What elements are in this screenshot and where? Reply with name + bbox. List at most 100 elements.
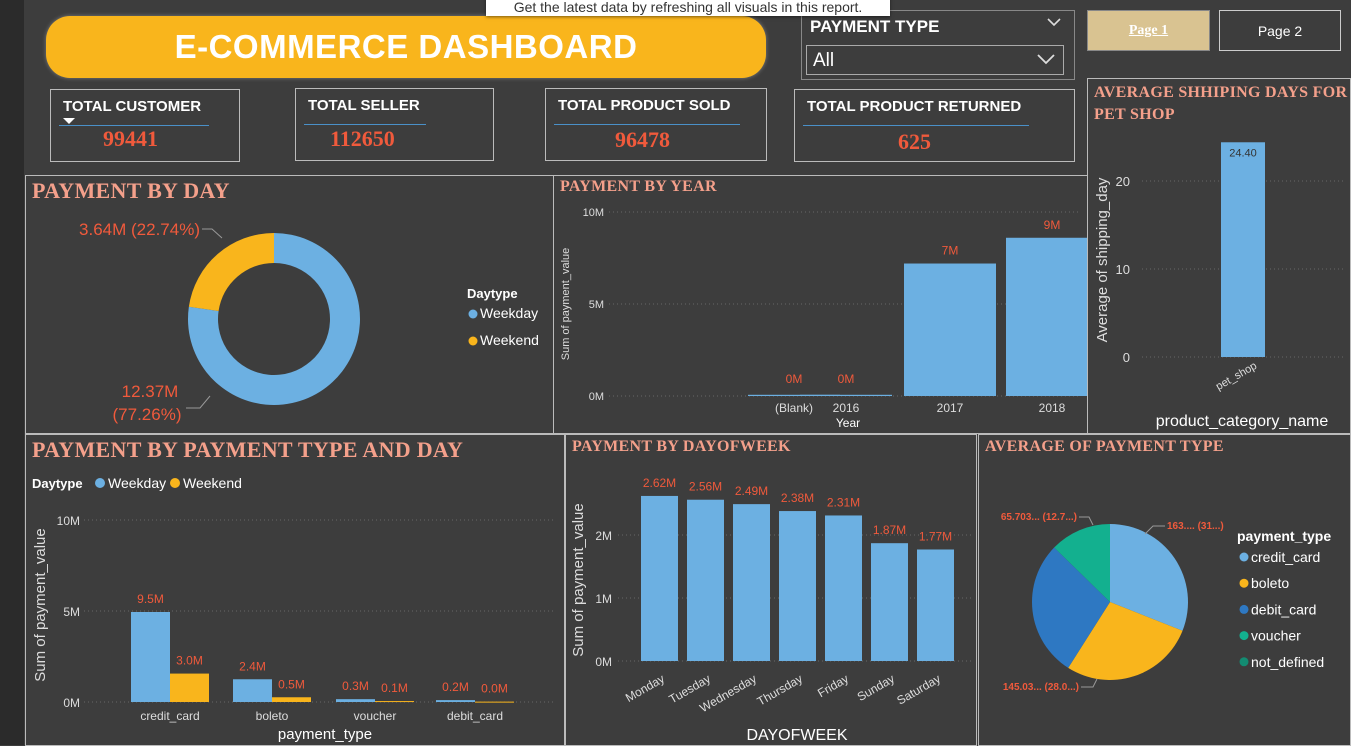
data-label: 163.... (31...) <box>1167 521 1224 532</box>
legend-title: Daytype <box>467 286 518 301</box>
data-label: 3.0M <box>176 654 203 668</box>
data-label: 24.40 <box>1229 147 1257 159</box>
bar <box>475 701 514 703</box>
payment-type-slicer[interactable]: PAYMENT TYPE All <box>801 10 1075 80</box>
bar <box>733 504 770 661</box>
kpi-value: 625 <box>898 129 931 154</box>
legend-label: voucher <box>1251 628 1301 644</box>
legend-label: Weekday <box>108 475 166 491</box>
bar <box>825 515 862 661</box>
data-label: 1.87M <box>873 523 906 537</box>
avg-shipping-chart: 0 10 20 24.40 pet_shop product_category_name A… <box>1094 142 1344 430</box>
data-label: 1.77M <box>919 529 952 543</box>
payment-by-year-chart: 0M 5M 10M 0M (Blank) 0M 2016 7M 2017 9M 2018 Year Su… <box>560 207 1087 430</box>
dropdown-chevron-icon[interactable] <box>1035 48 1057 73</box>
kpi-divider <box>304 124 426 125</box>
x-axis-title: payment_type <box>278 726 372 743</box>
bar <box>917 549 954 661</box>
legend-marker <box>468 336 478 346</box>
legend-label: Weekend <box>480 332 539 348</box>
page-1-button[interactable]: Page 1 <box>1087 10 1210 51</box>
kpi-total-product-sold: TOTAL PRODUCT SOLD 96478 <box>545 88 767 161</box>
bar <box>170 673 209 702</box>
data-label: 65.703... (12.7...) <box>1001 512 1077 523</box>
x-tick-label: boleto <box>256 709 289 723</box>
panel-payment-by-dayofweek: PAYMENT BY DAYOFWEEK 0M 1M 2M 2.62M Monday 2.… <box>565 434 977 746</box>
legend-marker <box>1239 552 1249 562</box>
legend-label: boleto <box>1251 575 1289 591</box>
sort-down-icon[interactable] <box>63 113 75 131</box>
bar <box>641 495 678 661</box>
dashboard-title: E-COMMERCE DASHBOARD <box>46 16 766 78</box>
data-label: 2.38M <box>781 491 814 505</box>
donut-slice-weekend <box>188 233 274 312</box>
bar <box>436 700 475 702</box>
x-tick-label: pet_shop <box>1214 360 1259 393</box>
data-label: 2.4M <box>239 659 266 673</box>
bar <box>800 394 892 396</box>
bar <box>871 543 908 661</box>
chevron-down-icon[interactable] <box>1046 15 1062 34</box>
panel-payment-by-year: PAYMENT BY YEAR 0M 5M 10M 0M (Blank) 0M 2016 7M… <box>553 175 1088 434</box>
legend-label: debit_card <box>1251 601 1316 617</box>
data-label: 0.3M <box>342 679 369 693</box>
kpi-total-customer: TOTAL CUSTOMER 99441 <box>50 89 240 162</box>
slicer-value: All <box>813 50 835 71</box>
legend-label: not_defined <box>1251 654 1324 670</box>
legend-marker <box>170 478 180 488</box>
payment-by-day-chart: 3.64M (22.74%) 12.37M (77.26%) Daytype Weekd… <box>79 220 539 424</box>
y-tick-label: 0M <box>595 655 612 669</box>
y-axis-title: Sum of payment_value <box>560 248 572 361</box>
slicer-title: PAYMENT TYPE <box>810 17 940 36</box>
y-axis-title: Sum of payment_value <box>570 503 587 656</box>
legend-marker <box>468 309 478 319</box>
y-tick-label: 5M <box>589 299 604 311</box>
panel-avg-payment-type: AVERAGE OF PAYMENT TYPE 163.... (31...) 6… <box>978 434 1351 746</box>
kpi-value: 99441 <box>103 126 158 151</box>
data-label: 2.31M <box>827 495 860 509</box>
bar <box>272 697 311 702</box>
leader-line <box>202 228 223 239</box>
data-label: 3.64M (22.74%) <box>79 220 200 239</box>
kpi-value: 112650 <box>330 126 395 151</box>
bar <box>1221 142 1265 357</box>
kpi-label: TOTAL CUSTOMER <box>63 98 202 115</box>
kpi-value: 96478 <box>615 127 670 152</box>
page-2-button[interactable]: Page 2 <box>1219 10 1341 51</box>
refresh-tooltip: Get the latest data by refreshing all vi… <box>486 0 890 16</box>
legend-marker <box>1239 657 1249 667</box>
payment-by-dayofweek-chart: 0M1M2M2.62MMonday2.56MTuesday2.49MWednes… <box>570 476 971 744</box>
bar <box>779 511 816 661</box>
data-label: 0.2M <box>442 680 469 694</box>
leader-line <box>1079 516 1094 526</box>
data-label: 2.62M <box>643 476 676 490</box>
x-tick-label: credit_card <box>140 709 199 723</box>
legend-label: Weekday <box>480 305 538 321</box>
leader-line <box>186 395 211 409</box>
kpi-label: TOTAL SELLER <box>308 97 420 114</box>
bar <box>375 701 414 703</box>
y-tick-label: 20 <box>1116 174 1130 189</box>
kpi-label: TOTAL PRODUCT RETURNED <box>807 98 1022 115</box>
panel-payment-by-day: PAYMENT BY DAY 3.64M (22.74%) 12.37M (77.2… <box>25 175 554 434</box>
kpi-total-product-returned: TOTAL PRODUCT RETURNED 625 <box>794 89 1075 162</box>
leader-line <box>1144 525 1165 535</box>
bar <box>904 263 996 396</box>
x-axis-title: Year <box>836 416 860 430</box>
bar <box>336 699 375 702</box>
legend-marker <box>1239 631 1249 641</box>
x-tick-label: 2016 <box>833 401 860 415</box>
x-tick-label: Thursday <box>755 671 805 708</box>
y-tick-label: 2M <box>595 529 612 543</box>
kpi-divider <box>554 124 740 125</box>
legend-marker <box>95 478 105 488</box>
left-strip <box>0 0 24 745</box>
legend-marker <box>1239 578 1249 588</box>
slicer-dropdown[interactable]: All <box>806 45 1064 75</box>
kpi-total-seller: TOTAL SELLER 112650 <box>295 88 494 161</box>
y-tick-label: 10M <box>57 514 80 528</box>
data-label: 0.0M <box>481 682 508 696</box>
y-tick-label: 10 <box>1116 262 1130 277</box>
bar <box>1006 237 1087 396</box>
bar <box>131 612 170 702</box>
